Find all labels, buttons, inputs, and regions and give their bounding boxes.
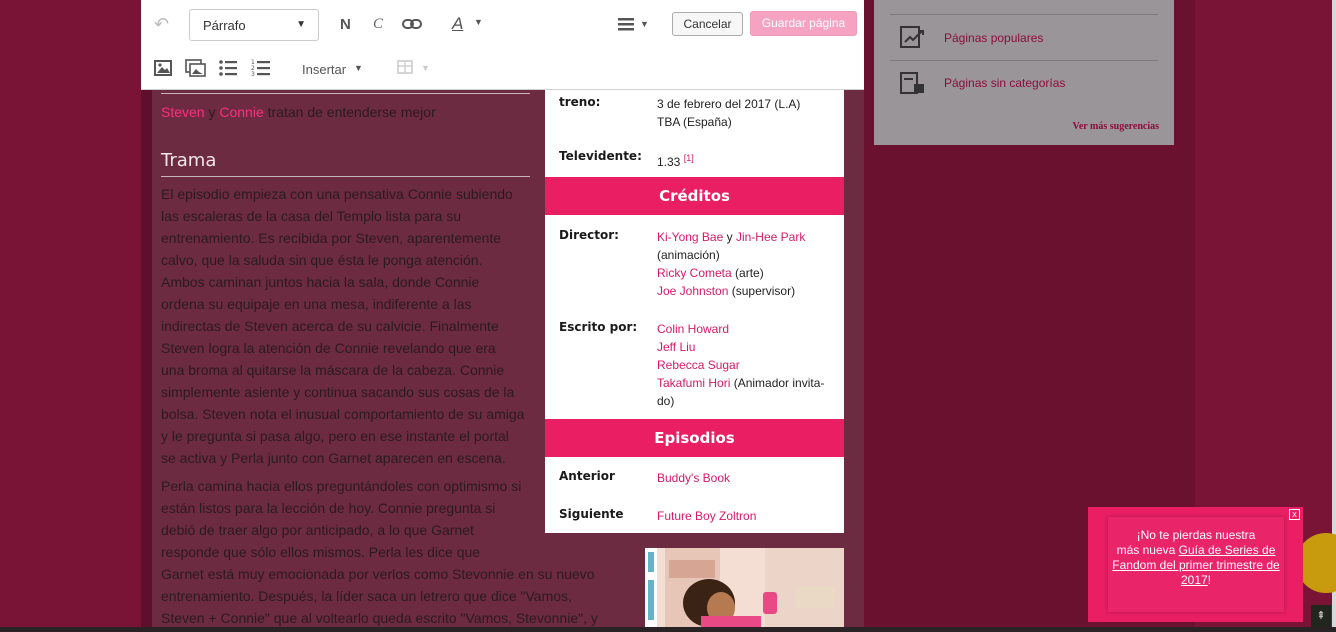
- text-style-icon[interactable]: A: [452, 14, 463, 34]
- plot-line: Ambos caminan juntos hacia la sala, dond…: [161, 274, 480, 290]
- intro-paragraph: Steven y Connie tratan de entenderse mej…: [161, 104, 436, 120]
- scroll-to-top-button[interactable]: ⇞: [1311, 605, 1331, 627]
- bottom-toolbar-strip: [0, 627, 1336, 632]
- divider: [890, 14, 1158, 15]
- episode-thumbnail[interactable]: [645, 548, 844, 632]
- suggestions-rail: Páginas populares Páginas sin categorías…: [874, 0, 1174, 145]
- cancel-button[interactable]: Cancelar: [672, 12, 743, 36]
- escrito-label: Escrito por:: [559, 320, 638, 334]
- director-value: Ki-Yong Bae y Jin-Hee Park (animación) R…: [657, 230, 806, 298]
- paragraph-format-select[interactable]: Párrafo ▼: [189, 9, 319, 41]
- rail-item-uncategorized-pages[interactable]: Páginas sin categorías: [944, 76, 1065, 90]
- list-align-icon[interactable]: [618, 17, 634, 31]
- plot-line: una broma al quitarse la máscara de la c…: [161, 362, 505, 378]
- numbered-list-icon[interactable]: 123: [251, 58, 271, 78]
- save-page-button[interactable]: Guardar página: [750, 11, 857, 36]
- chevron-down-icon: ▼: [296, 19, 306, 30]
- chevron-down-icon: ▼: [421, 63, 430, 73]
- estreno-value: 3 de febrero del 2017 (L.A) TBA (España): [657, 97, 801, 129]
- plot-line: Steven logra la atención de Connie revel…: [161, 340, 496, 356]
- table-icon[interactable]: [397, 60, 413, 74]
- director-label: Director:: [559, 228, 619, 242]
- siguiente-value: Future Boy Zoltron: [657, 507, 837, 525]
- link-takafumi-hori[interactable]: Takafumi Hori: [657, 376, 730, 390]
- plot-line: y le pregunta si pasa algo, pero en ese …: [161, 428, 509, 444]
- plot-line: Steven + Connie" que al voltearlo queda …: [161, 610, 598, 626]
- insert-menu[interactable]: Insertar: [302, 62, 346, 77]
- gallery-icon[interactable]: [185, 59, 207, 77]
- bulleted-list-icon[interactable]: [219, 59, 237, 77]
- link-future-boy-zoltron[interactable]: Future Boy Zoltron: [657, 509, 756, 523]
- close-icon[interactable]: x: [1289, 509, 1300, 520]
- episode-infobox: treno: 3 de febrero del 2017 (L.A) TBA (…: [545, 88, 844, 533]
- uncategorized-pages-icon: [900, 72, 926, 101]
- link-ki-yong-bae[interactable]: Ki-Yong Bae: [657, 230, 723, 244]
- anterior-label: Anterior: [559, 469, 615, 483]
- section-heading-trama: Trama: [161, 150, 217, 171]
- editor-toolbar: ↶ Párrafo ▼ N C A ▼ ▼ Cancelar Guardar p…: [141, 0, 864, 90]
- link-ricky-cometa[interactable]: Ricky Cometa: [657, 266, 732, 280]
- plot-line: entrenamiento. Después, la líder saca un…: [161, 588, 572, 604]
- image-icon[interactable]: [154, 60, 172, 76]
- televidentes-value: 1.33 [1]: [657, 153, 694, 169]
- chevron-down-icon: ▼: [474, 17, 483, 27]
- link-icon[interactable]: [402, 17, 422, 31]
- promo-notification: x ¡No te pierdas nuestra más nueva Guía …: [1088, 507, 1303, 622]
- link-steven[interactable]: Steven: [161, 104, 205, 120]
- anterior-value: Buddy's Book: [657, 469, 837, 487]
- plot-line: las escaleras de la casa del Templo list…: [161, 208, 462, 224]
- divider: [161, 93, 530, 94]
- episodios-header: Episodios: [545, 419, 844, 457]
- plot-line: entrenamiento. Es recibida por Steven, a…: [161, 230, 502, 246]
- plot-line: debió de traer algo por anticipado, a lo…: [161, 522, 474, 538]
- reference-link[interactable]: [1]: [684, 153, 694, 163]
- plot-line: indirectas de Steven acerca de su calvic…: [161, 318, 499, 334]
- promo-message: ¡No te pierdas nuestra más nueva Guía de…: [1108, 517, 1284, 612]
- popular-pages-icon: [900, 26, 926, 55]
- siguiente-label: Siguiente: [559, 507, 624, 521]
- creditos-header: Créditos: [545, 177, 844, 215]
- plot-line: responde que sólo ellos mismos. Perla le…: [161, 544, 481, 560]
- undo-icon[interactable]: ↶: [154, 14, 169, 35]
- link-joe-johnston[interactable]: Joe Johnston: [657, 284, 728, 298]
- link-colin-howard[interactable]: Colin Howard: [657, 320, 837, 338]
- plot-line: están listos para la lección de hoy. Con…: [161, 500, 496, 516]
- plot-line: simplemente asiente y continua sacando s…: [161, 384, 515, 400]
- divider: [890, 60, 1158, 61]
- bold-button[interactable]: N: [340, 16, 351, 33]
- link-jeff-liu[interactable]: Jeff Liu: [657, 338, 837, 356]
- see-more-suggestions-link[interactable]: Ver más sugerencias: [1073, 121, 1159, 132]
- link-buddys-book[interactable]: Buddy's Book: [657, 471, 730, 485]
- plot-line: bolsa. Steven nota el inusual comportami…: [161, 406, 525, 422]
- plot-line: calvo, que la saluda sin que ésta le pon…: [161, 252, 483, 268]
- italic-button[interactable]: C: [373, 16, 383, 33]
- estreno-label: treno:: [559, 95, 601, 109]
- escrito-value: Colin Howard Jeff Liu Rebecca Sugar Taka…: [657, 320, 837, 410]
- plot-line: El episodio empieza con una pensativa Co…: [161, 186, 513, 202]
- plot-line: Garnet está muy emocionada por verlos co…: [161, 566, 595, 582]
- link-rebecca-sugar[interactable]: Rebecca Sugar: [657, 356, 837, 374]
- televidentes-label: Televidente:: [559, 149, 642, 163]
- plot-line: Perla camina hacia ellos preguntándoles …: [161, 478, 522, 494]
- link-connie[interactable]: Connie: [219, 104, 263, 120]
- chevron-down-icon: ▼: [640, 19, 649, 29]
- link-jin-hee-park[interactable]: Jin-Hee Park: [736, 230, 805, 244]
- svg-text:3: 3: [251, 71, 255, 78]
- plot-line: se activa y Perla junto con Garnet apare…: [161, 450, 506, 466]
- rail-item-popular-pages[interactable]: Páginas populares: [944, 31, 1043, 45]
- chevron-down-icon: ▼: [354, 63, 363, 73]
- plot-line: ordena su equipaje en una mesa, indifere…: [161, 296, 472, 312]
- section-divider: [161, 176, 530, 177]
